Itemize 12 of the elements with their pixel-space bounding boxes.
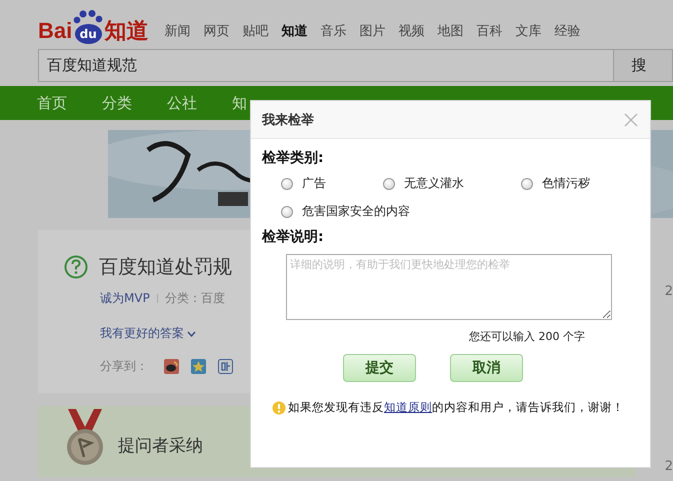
notice-text: 如果您发现有违反知道原则的内容和用户，请告诉我们，谢谢！ — [288, 400, 624, 415]
date-text: 2 — [664, 284, 673, 299]
date-text: 2 — [664, 459, 673, 474]
question-title: 百度知道处罚规 — [99, 255, 232, 280]
section-label: 检举说明: — [262, 228, 324, 246]
category-text: 分类：百度 — [164, 290, 225, 307]
accepted-label: 提问者采纳 — [118, 435, 203, 458]
section-label: 检举类别: — [262, 149, 324, 167]
share-label: 分享到： — [100, 358, 148, 375]
character-counter: 您还可以输入 200 个字 — [469, 329, 585, 344]
dialog-title: 我来检举 — [262, 112, 314, 128]
logo-paw: du — [73, 10, 104, 44]
